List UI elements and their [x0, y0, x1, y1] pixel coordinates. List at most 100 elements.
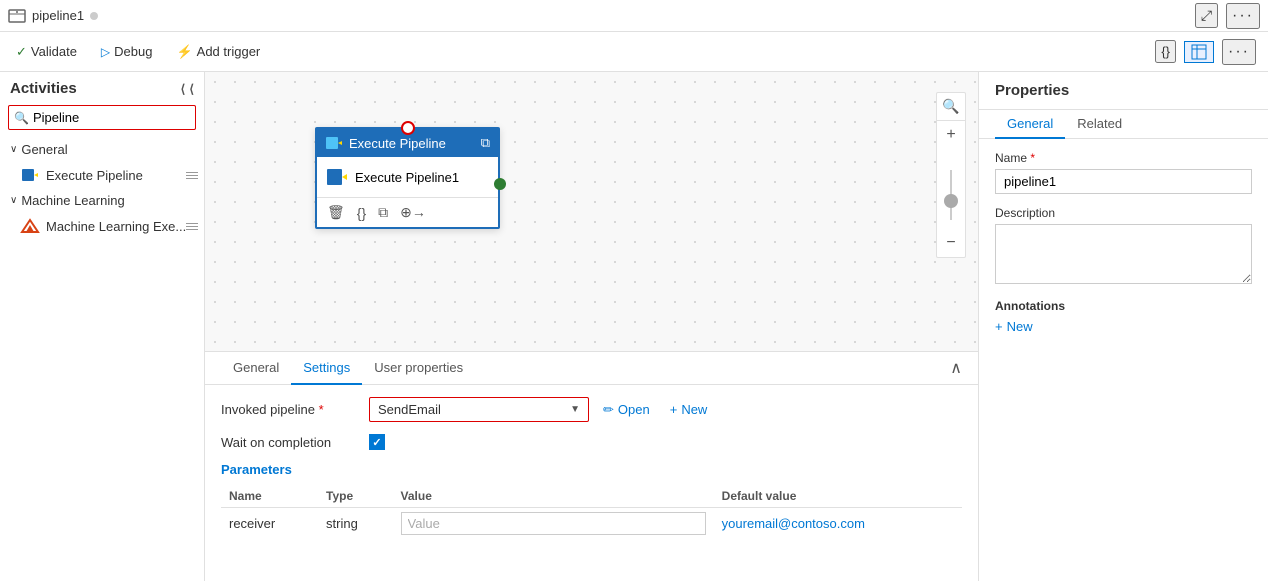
add-trigger-button[interactable]: ⚡ Add trigger	[172, 42, 264, 62]
delete-node-button[interactable]: 🗑	[325, 202, 347, 223]
title-bar: pipeline1 ⤢ ···	[0, 0, 1268, 32]
add-trigger-label: Add trigger	[197, 44, 261, 59]
category-general-label: General	[21, 142, 67, 157]
collapse-icon[interactable]: ⟨	[181, 82, 186, 96]
zoom-out-button[interactable]: −	[937, 229, 965, 257]
search-input[interactable]	[8, 105, 196, 130]
activity-ml-execute[interactable]: Machine Learning Exe...	[0, 212, 204, 240]
more-options-button[interactable]: ···	[1226, 3, 1260, 29]
collapse-icon2[interactable]: ⟨	[189, 82, 194, 96]
table-row: receiver string youremail@contoso.com	[221, 508, 962, 540]
table-view-button[interactable]	[1184, 41, 1214, 63]
open-pipeline-button[interactable]: ✏ Open	[597, 400, 656, 420]
pipeline-tab-icon	[8, 7, 26, 25]
open-new-tab-icon[interactable]: ⧉	[481, 135, 490, 151]
col-type: Type	[318, 485, 393, 508]
required-marker: *	[319, 402, 324, 417]
wait-completion-label: Wait on completion	[221, 435, 361, 450]
param-type: string	[318, 508, 393, 540]
wait-completion-checkbox[interactable]: ✓	[369, 434, 385, 450]
new-label: New	[681, 402, 707, 417]
invoked-pipeline-dropdown[interactable]: SendEmail ▼	[369, 397, 589, 422]
open-label: Open	[618, 402, 650, 417]
more-toolbar-button[interactable]: ···	[1222, 39, 1256, 65]
param-value-input[interactable]	[401, 512, 706, 535]
toolbar-right: {} ···	[1155, 39, 1256, 65]
unsaved-dot	[90, 12, 98, 20]
props-tab-general[interactable]: General	[995, 110, 1065, 139]
tab-user-properties[interactable]: User properties	[362, 352, 475, 385]
properties-tabs: General Related	[979, 110, 1268, 139]
zoom-slider[interactable]	[940, 149, 962, 229]
debug-button[interactable]: ▷ Debug	[97, 42, 157, 61]
table-icon	[1191, 44, 1207, 60]
main-toolbar: ✓ Validate ▷ Debug ⚡ Add trigger {} ···	[0, 32, 1268, 72]
invoked-pipeline-label: Invoked pipeline *	[221, 402, 361, 417]
param-value-cell	[393, 508, 714, 540]
execute-pipeline-label: Execute Pipeline	[46, 168, 194, 183]
parameters-table: Name Type Value Default value receiver s…	[221, 485, 962, 539]
validate-icon: ✓	[16, 44, 27, 60]
activity-node[interactable]: Execute Pipeline ⧉ Execute Pipeline1 🗑	[315, 127, 500, 229]
add-annotation-button[interactable]: + New	[995, 319, 1252, 334]
param-default-cell: youremail@contoso.com	[714, 508, 962, 540]
debug-label: Debug	[114, 44, 152, 59]
chevron-ml: ∨	[10, 195, 17, 206]
node-right-connector	[494, 178, 506, 190]
validate-label: Validate	[31, 44, 77, 59]
title-bar-right: ⤢ ···	[1195, 3, 1260, 29]
copy-node-button[interactable]: ⧉	[376, 202, 390, 223]
search-icon: 🔍	[14, 111, 29, 125]
main-area: Activities ⟨ ⟨ 🔍 ∨ General Execute Pipel…	[0, 72, 1268, 581]
validate-button[interactable]: ✓ Validate	[12, 42, 81, 62]
bottom-tabs: General Settings User properties ∧	[205, 352, 978, 385]
props-tab-related[interactable]: Related	[1065, 110, 1134, 139]
col-value: Value	[393, 485, 714, 508]
node-header-icon	[325, 134, 343, 152]
node-header-label: Execute Pipeline	[349, 136, 446, 151]
new-pipeline-button[interactable]: + New	[664, 400, 714, 419]
node-footer: 🗑 {} ⧉ ⊕→	[317, 197, 498, 227]
parameters-title: Parameters	[221, 462, 962, 477]
canvas-search-button[interactable]: 🔍	[937, 93, 965, 121]
properties-title: Properties	[979, 72, 1268, 110]
parameters-section: Parameters Name Type Value Default value	[221, 462, 962, 539]
collapse-panel-button[interactable]: ∧	[950, 358, 962, 378]
param-name: receiver	[221, 508, 318, 540]
zoom-in-button[interactable]: +	[937, 121, 965, 149]
add-annotation-label: New	[1007, 319, 1033, 334]
properties-content: Name * Description Annotations + New	[979, 139, 1268, 346]
bottom-content: Invoked pipeline * SendEmail ▼ ✏ Open	[205, 385, 978, 581]
node-body-icon	[325, 165, 349, 189]
debug-icon: ▷	[101, 45, 110, 59]
sidebar-header: Activities ⟨ ⟨	[0, 72, 204, 105]
pipeline-tab-name: pipeline1	[32, 8, 84, 23]
tab-settings[interactable]: Settings	[291, 352, 362, 385]
tab-general[interactable]: General	[221, 352, 291, 385]
annotations-section: Annotations + New	[995, 299, 1252, 334]
zoom-controls: 🔍 + −	[936, 92, 966, 258]
node-body: Execute Pipeline1	[317, 157, 498, 197]
invoked-pipeline-row: Invoked pipeline * SendEmail ▼ ✏ Open	[221, 397, 962, 422]
prop-description-field: Description	[995, 206, 1252, 287]
add-activity-button[interactable]: ⊕→	[398, 202, 428, 223]
category-ml-label: Machine Learning	[21, 193, 124, 208]
expand-button[interactable]: ⤢	[1195, 3, 1218, 28]
prop-description-input[interactable]	[995, 224, 1252, 284]
activity-execute-pipeline[interactable]: Execute Pipeline	[0, 161, 204, 189]
invoked-pipeline-select-group: SendEmail ▼ ✏ Open + New	[369, 397, 713, 422]
zoom-thumb[interactable]	[944, 194, 958, 208]
category-ml[interactable]: ∨ Machine Learning	[0, 189, 204, 212]
code-node-button[interactable]: {}	[355, 203, 368, 223]
execute-pipeline-icon	[20, 165, 40, 185]
prop-description-label: Description	[995, 206, 1252, 220]
properties-panel: Properties General Related Name * Descri…	[978, 72, 1268, 581]
sidebar-title: Activities	[10, 80, 77, 97]
code-view-button[interactable]: {}	[1155, 40, 1176, 63]
code-icon: {}	[1161, 44, 1170, 59]
activities-sidebar: Activities ⟨ ⟨ 🔍 ∨ General Execute Pipel…	[0, 72, 205, 581]
category-general[interactable]: ∨ General	[0, 138, 204, 161]
prop-name-field: Name *	[995, 151, 1252, 194]
checkmark-icon: ✓	[372, 436, 381, 449]
prop-name-input[interactable]	[995, 169, 1252, 194]
